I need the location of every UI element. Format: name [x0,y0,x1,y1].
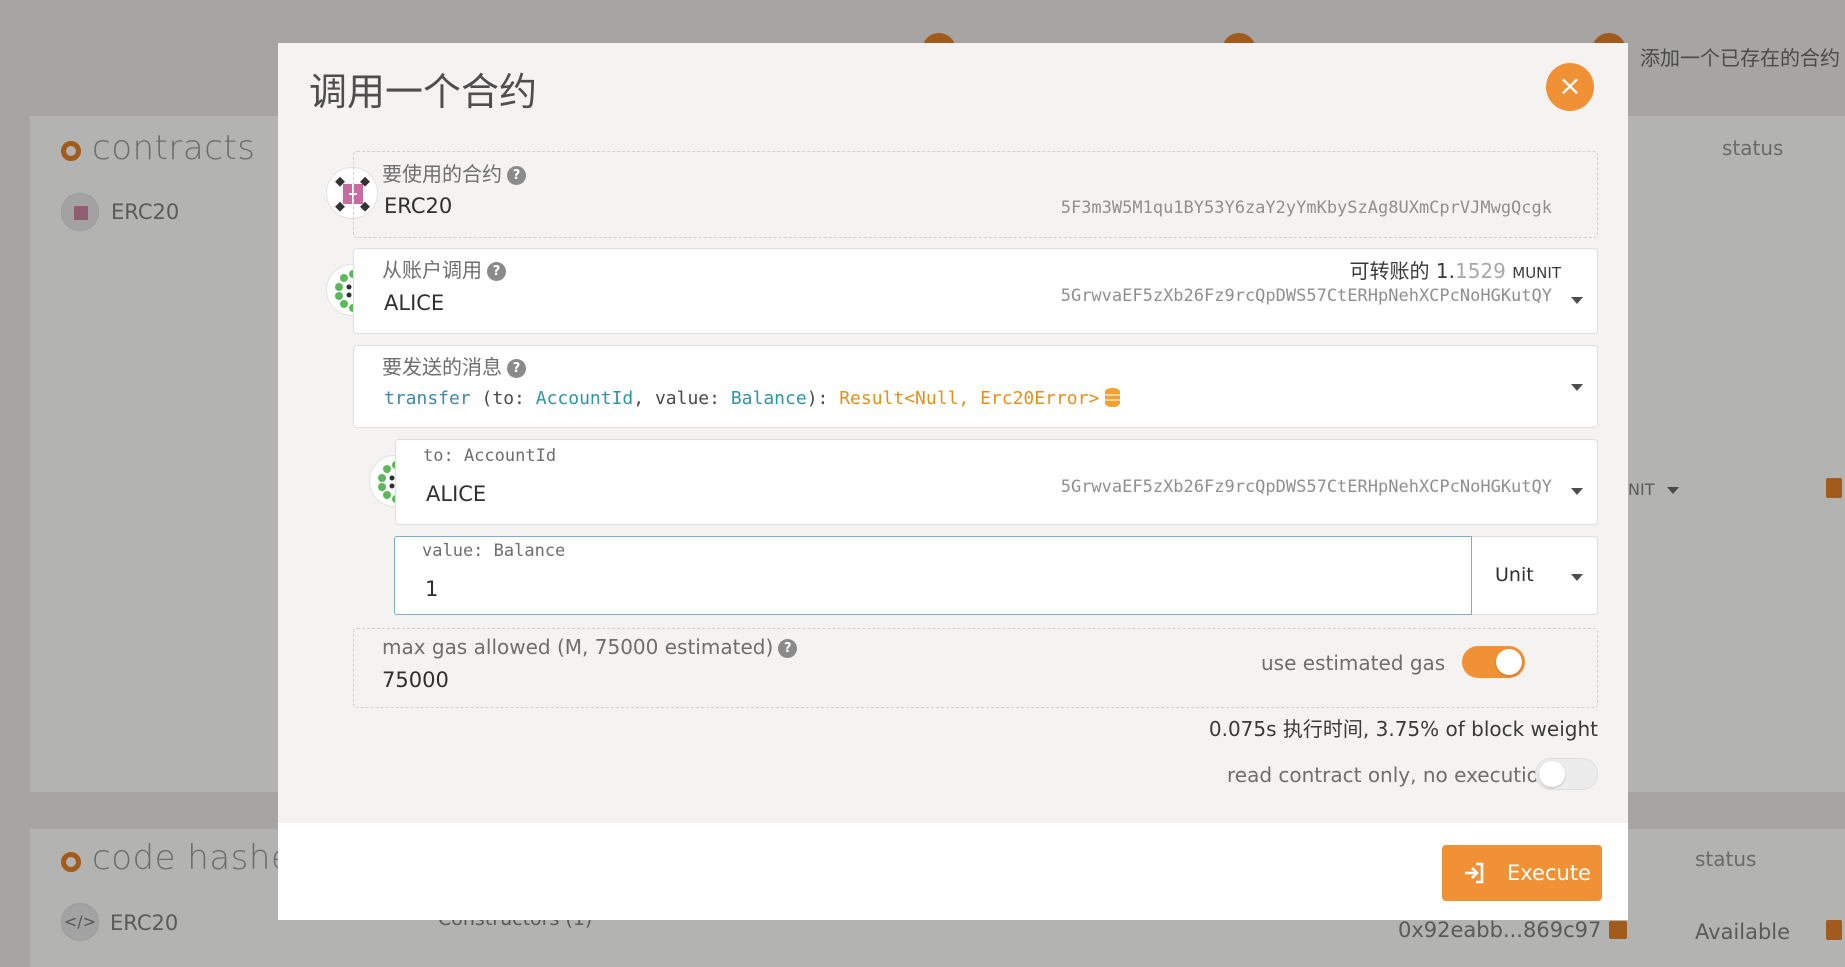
contracts-status-dot [61,141,81,161]
execute-label: Execute [1507,861,1591,885]
help-icon[interactable]: ? [778,639,798,658]
code-hashes-status-dot [61,852,81,872]
to-account-label: to: AccountId [423,446,557,466]
message-select-field[interactable]: 要发送的消息? transfer (to: AccountId, value: … [353,345,1598,428]
contract-select-value: ERC20 [384,194,453,218]
contract-select-field[interactable]: 要使用的合约? ERC20 5F3m3W5M1qu1BY53Y6zaY2yYmK… [353,151,1598,238]
toggle-knob [1496,649,1522,675]
contract-row-name[interactable]: ERC20 [111,200,179,224]
close-button[interactable]: × [1546,63,1594,111]
code-hash-value: 0x92eabb...869c97 [1398,918,1602,942]
contract-address: 5F3m3W5M1qu1BY53Y6zaY2yYmKbySzAg8UXmCprV… [1060,198,1552,218]
help-icon[interactable]: ? [487,262,506,281]
chevron-down-icon[interactable] [1571,297,1583,304]
toggle-knob [1539,761,1565,787]
sign-in-icon [1465,862,1484,884]
transferable-balance: 可转账的 1.1529 MUNIT [1349,259,1561,283]
contract-select-label: 要使用的合约? [382,158,526,187]
call-contract-modal: 调用一个合约 × 要使用的合约? ERC20 5F3m3W5M1qu1BY53Y… [278,43,1628,920]
use-estimated-gas-toggle[interactable] [1462,646,1525,678]
value-balance-label: value: Balance [422,541,566,561]
help-icon[interactable]: ? [507,359,526,378]
max-gas-field[interactable]: max gas allowed (M, 75000 estimated)? 75… [353,628,1598,708]
to-account-value: ALICE [426,482,487,506]
code-hash-row-name[interactable]: ERC20 [110,911,178,935]
to-account-address: 5GrwvaEF5zXb26Fz9rcQpDWS57CtERHpNehXCPcN… [1060,477,1552,497]
close-icon: × [1558,69,1582,102]
use-estimated-gas-label: use estimated gas [1261,651,1446,675]
trash-icon[interactable] [1826,478,1842,498]
chevron-down-icon[interactable] [1571,488,1583,495]
account-select-field[interactable]: 从账户调用? 可转账的 1.1529 MUNIT ALICE 5GrwvaEF5… [353,248,1598,334]
account-address: 5GrwvaEF5zXb26Fz9rcQpDWS57CtERHpNehXCPcN… [1060,286,1552,306]
max-gas-label: max gas allowed (M, 75000 estimated)? [382,635,798,659]
value-balance-input[interactable]: value: Balance 1 [394,536,1472,615]
modal-footer [278,823,1628,920]
chevron-down-icon[interactable] [1667,487,1679,494]
add-existing-contract-link[interactable]: 添加一个已存在的合约 [1640,42,1840,71]
contract-unit-partial: NIT [1628,480,1655,499]
read-only-label: read contract only, no execution [1227,763,1552,787]
to-account-field[interactable]: to: AccountId ALICE 5GrwvaEF5zXb26Fz9rcQ… [395,439,1598,525]
database-icon [1105,388,1121,407]
execution-info: 0.075s 执行时间, 3.75% of block weight [1208,717,1598,741]
code-hash-status: Available [1695,920,1791,944]
contracts-title: contracts [92,128,256,168]
max-gas-value: 75000 [382,668,449,692]
trash-icon[interactable] [1826,920,1842,940]
unit-select-value: Unit [1495,564,1534,586]
message-select-label: 要发送的消息? [382,351,526,380]
unit-select[interactable]: Unit [1472,536,1598,615]
help-icon[interactable]: ? [507,166,526,185]
message-signature: transfer (to: AccountId, value: Balance)… [384,388,1121,409]
modal-title: 调用一个合约 [309,70,538,114]
chevron-down-icon[interactable] [1571,384,1583,391]
code-icon: </> [61,903,99,941]
copy-icon[interactable] [1609,921,1627,939]
read-only-toggle[interactable] [1535,758,1598,790]
contracts-status-header: status [1722,136,1784,160]
execute-button[interactable]: Execute [1442,845,1602,901]
account-select-label: 从账户调用? [382,254,506,283]
contract-avatar [61,193,99,231]
chevron-down-icon[interactable] [1571,574,1583,581]
account-select-value: ALICE [384,291,445,315]
value-balance-value: 1 [425,577,439,601]
code-hashes-status-header: status [1695,847,1757,871]
